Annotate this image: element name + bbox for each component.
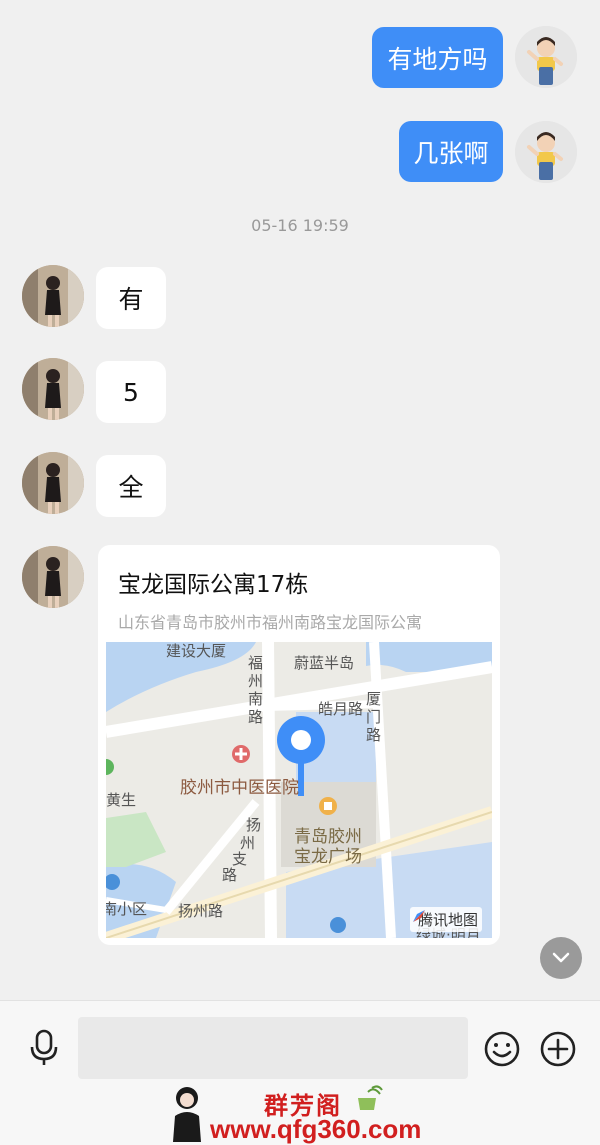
smiley-icon (484, 1031, 520, 1067)
map-label: 南小区 (106, 900, 148, 918)
message-text: 全 (118, 473, 144, 502)
watermark-banner: 群芳阁 www.qfg360.com (0, 1080, 600, 1145)
microphone-icon (30, 1029, 58, 1065)
contact-avatar[interactable] (22, 265, 84, 327)
watermark-figure-icon (173, 1087, 201, 1142)
map-label: 路 (248, 708, 264, 726)
map-label-hospital: 胶州市中医医院 (180, 778, 299, 798)
plus-icon (540, 1031, 576, 1067)
map-label: 路 (222, 866, 238, 884)
message-text: 有地方吗 (387, 44, 488, 74)
location-address: 山东省青岛市胶州市福州南路宝龙国际公寓 (118, 613, 423, 632)
scroll-to-bottom-button[interactable] (540, 937, 582, 979)
contact-avatar[interactable] (22, 452, 84, 514)
chevron-down-icon (552, 952, 570, 963)
message-text: 有 (118, 285, 144, 314)
incoming-message-bubble[interactable]: 5 (96, 361, 166, 423)
map-attribution: 腾讯地图 (409, 907, 482, 932)
outgoing-message-bubble[interactable]: 有地方吗 (372, 27, 503, 88)
contact-avatar[interactable] (22, 358, 84, 420)
incoming-message-bubble[interactable]: 全 (96, 455, 166, 517)
map-background (106, 642, 492, 938)
map-label-plaza: 宝龙广场 (294, 847, 362, 867)
message-timestamp: 05-16 19:59 (251, 216, 349, 235)
map-label: 蔚蓝半岛 (294, 654, 355, 672)
map-label: 黄生 (106, 791, 137, 809)
watermark-url: www.qfg360.com (210, 1114, 422, 1144)
map-label: 建设大厦 (166, 642, 227, 660)
message-text: 几张啊 (413, 138, 489, 168)
map-label: 皓月路 (318, 700, 364, 718)
my-avatar[interactable] (515, 121, 577, 183)
location-map[interactable]: 建设大厦 福 州 南 路 蔚蓝半岛 皓月路 厦 门 路 胶州市中医医院 黄生 扬… (106, 642, 492, 938)
more-actions-button[interactable] (538, 1029, 578, 1069)
chat-area: 有地方吗 几张啊 05-16 19:59 有 5 全 宝龙国际公寓17栋 山东省… (0, 0, 600, 1000)
bamboo-cup-icon (358, 1085, 383, 1110)
outgoing-message-bubble[interactable]: 几张啊 (399, 121, 503, 182)
my-avatar[interactable] (515, 26, 577, 88)
map-label: 扬州路 (178, 902, 224, 920)
voice-input-button[interactable] (24, 1027, 64, 1067)
contact-avatar[interactable] (22, 546, 84, 608)
map-label: 路 (366, 726, 382, 744)
message-input[interactable] (78, 1017, 468, 1079)
location-title: 宝龙国际公寓17栋 (118, 572, 309, 598)
incoming-message-bubble[interactable]: 有 (96, 267, 166, 329)
message-input-bar (0, 1000, 600, 1080)
message-text: 5 (123, 377, 139, 407)
location-message-card[interactable]: 宝龙国际公寓17栋 山东省青岛市胶州市福州南路宝龙国际公寓 建设大厦 福 州 南… (98, 545, 500, 945)
emoji-button[interactable] (482, 1029, 522, 1069)
tencent-map-logo-icon (412, 910, 425, 922)
